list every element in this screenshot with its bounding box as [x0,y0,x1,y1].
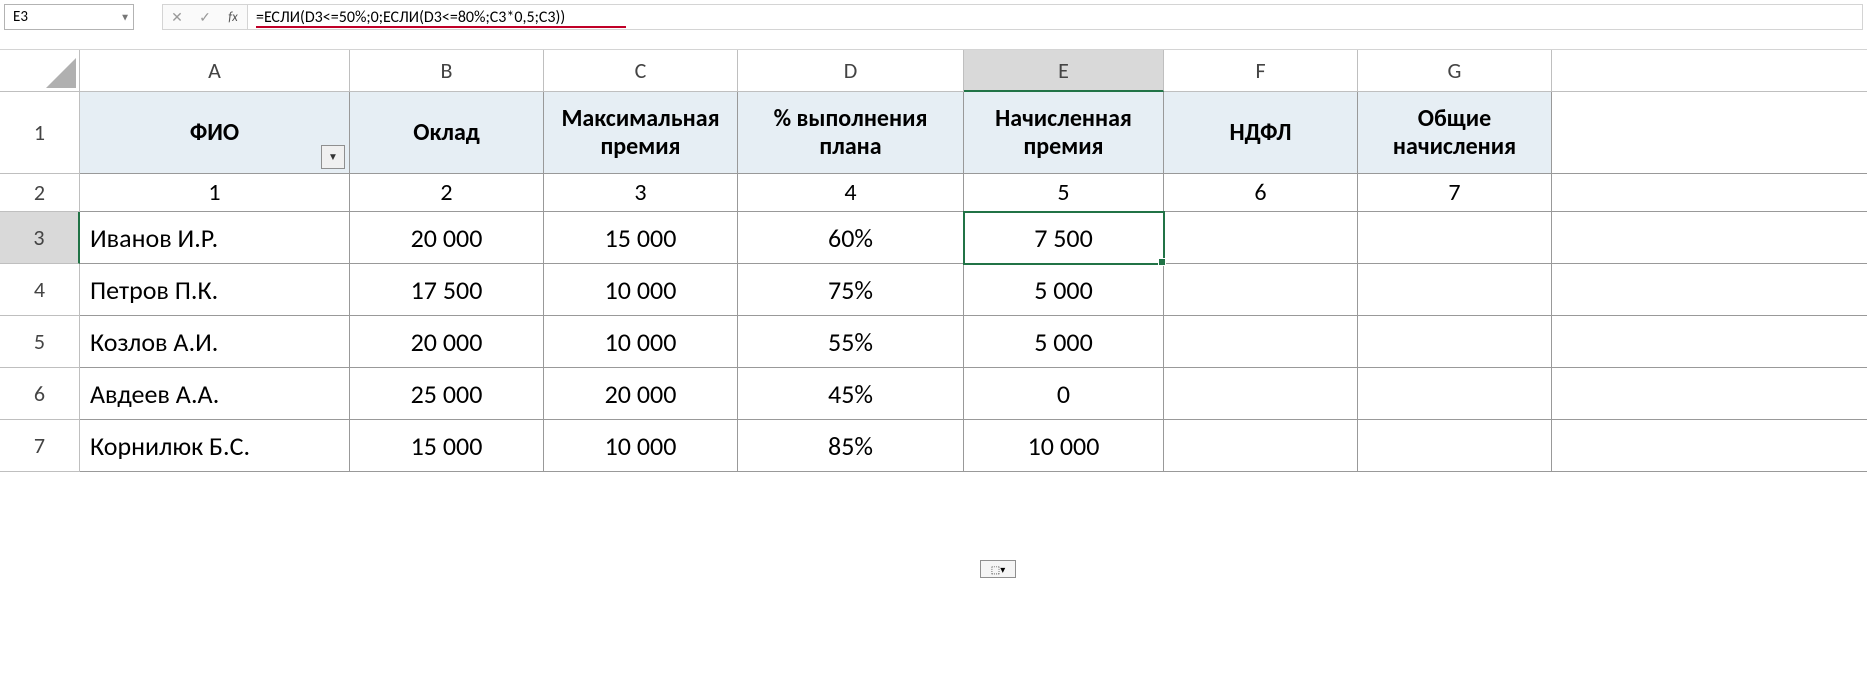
cell-A3[interactable]: Иванов И.Р. [80,212,350,264]
col-header-F[interactable]: F [1164,50,1358,92]
table-row: 6 Авдеев А.А. 25 000 20 000 45% 0 [0,368,1867,420]
row-header-2[interactable]: 2 [0,174,80,212]
cell-D5[interactable]: 55% [738,316,964,368]
name-box-value: E3 [13,8,28,26]
cell-E2[interactable]: 5 [964,174,1164,212]
cell-rest[interactable] [1552,316,1867,368]
formula-input[interactable]: =ЕСЛИ(D3<=50%;0;ЕСЛИ(D3<=80%;C3*0,5;C3)) [247,4,1863,30]
dropdown-icon[interactable]: ▼ [120,11,130,24]
name-box[interactable]: E3 ▼ [4,4,134,30]
cell-C1[interactable]: Максимальная премия [544,92,738,174]
cell-F1[interactable]: НДФЛ [1164,92,1358,174]
cell-C5[interactable]: 10 000 [544,316,738,368]
cell-E5[interactable]: 5 000 [964,316,1164,368]
row-header-7[interactable]: 7 [0,420,80,472]
row-header-6[interactable]: 6 [0,368,80,420]
spreadsheet-grid: A B C D E F G 1 ФИО ▼ Оклад Максимальная… [0,50,1867,472]
cell-A7[interactable]: Корнилюк Б.С. [80,420,350,472]
cell-D1[interactable]: % выполнения плана [738,92,964,174]
cancel-icon[interactable]: ✕ [167,7,187,27]
cell-E6[interactable]: 0 [964,368,1164,420]
cell-E4[interactable]: 5 000 [964,264,1164,316]
filter-icon[interactable]: ▼ [321,145,345,169]
cell-G5[interactable] [1358,316,1552,368]
cell-A1[interactable]: ФИО ▼ [80,92,350,174]
cell-B6[interactable]: 25 000 [350,368,544,420]
cell-E3[interactable]: 7 500 [964,212,1164,264]
cell-rest[interactable] [1552,174,1867,212]
formula-underline [256,26,626,28]
cell-F3[interactable] [1164,212,1358,264]
cell-A2[interactable]: 1 [80,174,350,212]
smart-tag-icon[interactable]: ⬚▾ [980,560,1016,578]
cell-rest[interactable] [1552,264,1867,316]
cell-C6[interactable]: 20 000 [544,368,738,420]
cell-C4[interactable]: 10 000 [544,264,738,316]
table-row: 7 Корнилюк Б.С. 15 000 10 000 85% 10 000 [0,420,1867,472]
cell-B3[interactable]: 20 000 [350,212,544,264]
table-row: 5 Козлов А.И. 20 000 10 000 55% 5 000 [0,316,1867,368]
table-row: 4 Петров П.К. 17 500 10 000 75% 5 000 [0,264,1867,316]
cell-rest[interactable] [1552,92,1867,174]
cell-F6[interactable] [1164,368,1358,420]
cell-D6[interactable]: 45% [738,368,964,420]
cell-E1[interactable]: Начисленная премия [964,92,1164,174]
cell-G4[interactable] [1358,264,1552,316]
table-row: 1 ФИО ▼ Оклад Максимальная премия % выпо… [0,92,1867,174]
table-row: 3 Иванов И.Р. 20 000 15 000 60% 7 500 [0,212,1867,264]
col-header-G[interactable]: G [1358,50,1552,92]
cell-G3[interactable] [1358,212,1552,264]
formula-text: =ЕСЛИ(D3<=50%;0;ЕСЛИ(D3<=80%;C3*0,5;C3)) [256,8,565,27]
cell-D3[interactable]: 60% [738,212,964,264]
cell-D2[interactable]: 4 [738,174,964,212]
table-row: 2 1 2 3 4 5 6 7 [0,174,1867,212]
cell-B2[interactable]: 2 [350,174,544,212]
cell-rest[interactable] [1552,420,1867,472]
col-header-E[interactable]: E [964,50,1164,92]
cell-B7[interactable]: 15 000 [350,420,544,472]
cell-F2[interactable]: 6 [1164,174,1358,212]
col-header-D[interactable]: D [738,50,964,92]
column-headers-row: A B C D E F G [0,50,1867,92]
cell-C3[interactable]: 15 000 [544,212,738,264]
cell-D7[interactable]: 85% [738,420,964,472]
formula-bar: E3 ▼ ✕ ✓ fx =ЕСЛИ(D3<=50%;0;ЕСЛИ(D3<=80%… [0,0,1867,50]
cell-F5[interactable] [1164,316,1358,368]
confirm-icon[interactable]: ✓ [195,7,215,27]
col-header-A[interactable]: A [80,50,350,92]
cell-B5[interactable]: 20 000 [350,316,544,368]
cell-C7[interactable]: 10 000 [544,420,738,472]
col-header-C[interactable]: C [544,50,738,92]
cell-B1[interactable]: Оклад [350,92,544,174]
select-all-corner[interactable] [0,50,80,92]
formula-bar-controls: ✕ ✓ fx [162,4,247,30]
cell-G7[interactable] [1358,420,1552,472]
col-header-B[interactable]: B [350,50,544,92]
cell-G1[interactable]: Общие начисления [1358,92,1552,174]
cell-rest[interactable] [1552,212,1867,264]
cell-rest[interactable] [1552,368,1867,420]
row-header-4[interactable]: 4 [0,264,80,316]
row-header-1[interactable]: 1 [0,92,80,174]
cell-A4[interactable]: Петров П.К. [80,264,350,316]
cell-G2[interactable]: 7 [1358,174,1552,212]
fx-icon[interactable]: fx [223,7,243,27]
row-header-3[interactable]: 3 [0,212,80,264]
cell-G6[interactable] [1358,368,1552,420]
cell-D4[interactable]: 75% [738,264,964,316]
cell-A5[interactable]: Козлов А.И. [80,316,350,368]
cell-E7[interactable]: 10 000 [964,420,1164,472]
cell-F7[interactable] [1164,420,1358,472]
cell-B4[interactable]: 17 500 [350,264,544,316]
row-header-5[interactable]: 5 [0,316,80,368]
cell-F4[interactable] [1164,264,1358,316]
cell-A6[interactable]: Авдеев А.А. [80,368,350,420]
col-header-rest[interactable] [1552,50,1867,92]
cell-C2[interactable]: 3 [544,174,738,212]
